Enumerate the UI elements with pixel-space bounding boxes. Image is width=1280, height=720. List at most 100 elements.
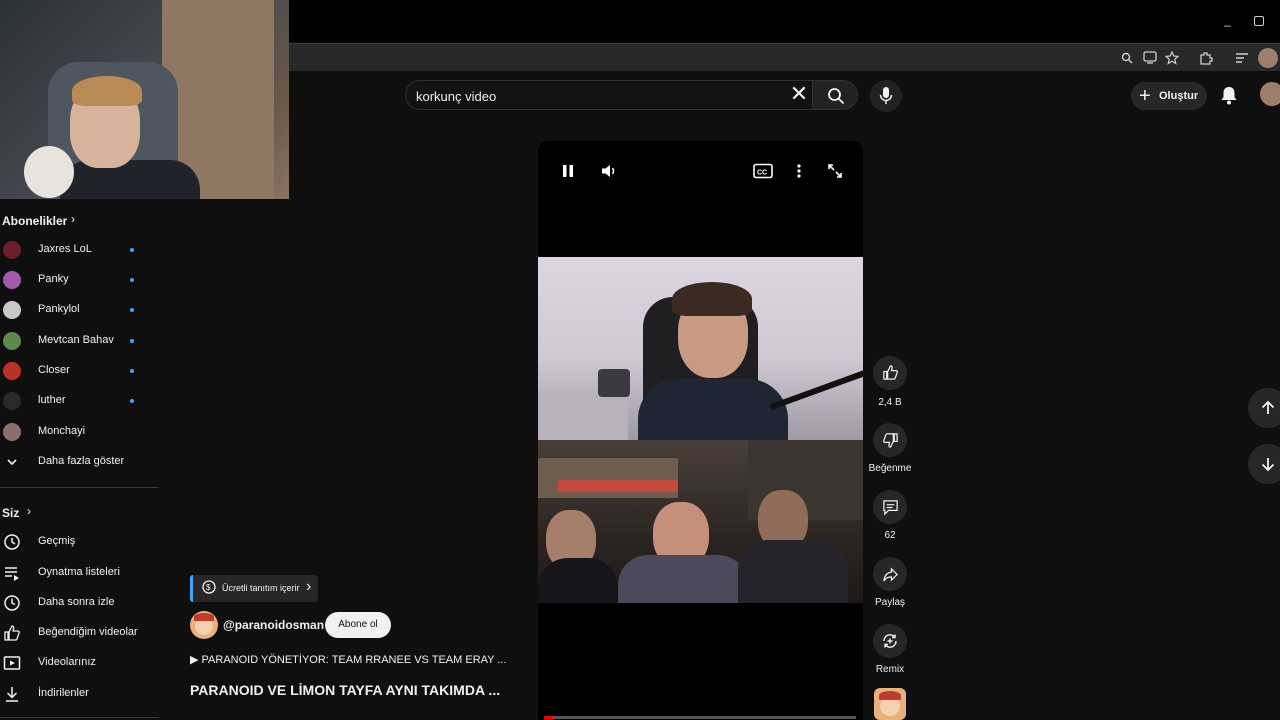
sidebar-item-downloads[interactable]: İndirilenler — [0, 682, 158, 706]
paid-promotion-badge[interactable]: $ Ücretli tanıtım içerir › — [190, 575, 318, 602]
new-content-dot — [130, 278, 134, 282]
minimize-button[interactable]: – — [1224, 18, 1231, 32]
channel-avatar[interactable] — [190, 611, 218, 639]
remix-label: Remix — [875, 664, 905, 675]
remix-button[interactable] — [873, 624, 907, 658]
new-content-dot — [130, 339, 134, 343]
sidebar-channel-item[interactable]: Mevtcan Bahav — [0, 329, 158, 353]
restore-button[interactable] — [1254, 16, 1264, 26]
arrow-up-icon — [1261, 400, 1275, 414]
sidebar-item-playlists[interactable]: Oynatma listeleri — [0, 561, 158, 585]
sidebar-item-watch-later[interactable]: Daha sonra izle — [0, 591, 158, 615]
channel-avatar — [3, 362, 21, 380]
browser-toolbar — [289, 43, 1280, 71]
search-box[interactable] — [405, 80, 815, 110]
more-options-icon[interactable] — [793, 163, 805, 179]
video-frame-streamer — [538, 257, 863, 440]
search-icon — [828, 88, 845, 105]
notifications-bell-icon[interactable] — [1218, 84, 1240, 106]
zoom-icon[interactable] — [1121, 52, 1133, 64]
new-content-dot — [130, 248, 134, 252]
sidebar-item-label: Geçmiş — [38, 535, 76, 547]
cast-icon[interactable] — [1143, 51, 1157, 64]
sidebar-channel-item[interactable]: Closer — [0, 359, 158, 383]
sidebar-item-history[interactable]: Geçmiş — [0, 530, 158, 554]
new-content-dot — [130, 399, 134, 403]
subscriptions-title: Abonelikler — [2, 214, 68, 228]
channel-avatar — [3, 332, 21, 350]
chevron-down-icon — [7, 459, 17, 466]
sidebar-item-label: Videolarınız — [38, 656, 96, 668]
volume-icon[interactable] — [600, 162, 618, 180]
dislike-button[interactable] — [873, 423, 907, 457]
channel-handle[interactable]: @paranoidosman — [223, 618, 324, 632]
thumbs-down-icon — [883, 433, 898, 448]
channel-avatar — [3, 423, 21, 441]
sidebar-channel-item[interactable]: Panky — [0, 268, 158, 292]
subscribe-button[interactable]: Abone ol — [325, 612, 391, 638]
webcam-overlay — [0, 0, 289, 199]
subscriptions-header[interactable]: Abonelikler › — [2, 212, 102, 230]
sidebar-item-label: İndirilenler — [38, 687, 89, 699]
history-icon — [4, 534, 20, 550]
promo-label: Ücretli tanıtım içerir — [222, 583, 300, 593]
previous-short-button[interactable] — [1248, 388, 1280, 428]
downloads-icon — [6, 687, 18, 702]
sidebar-channel-item[interactable]: Jaxres LoL — [0, 238, 158, 262]
sidebar-divider — [0, 487, 159, 488]
comments-button[interactable] — [873, 490, 907, 524]
captions-icon[interactable]: CC — [753, 163, 773, 179]
microphone-icon — [879, 87, 893, 104]
bookmark-star-icon[interactable] — [1165, 51, 1179, 65]
svg-text:$: $ — [206, 583, 211, 592]
playback-progress-bar[interactable] — [544, 716, 856, 719]
arrow-down-icon — [1261, 458, 1275, 472]
extensions-icon[interactable] — [1199, 51, 1213, 65]
voice-search-button[interactable] — [870, 80, 902, 112]
sidebar-item-your-videos[interactable]: Videolarınız — [0, 651, 158, 675]
dislike-label: Beğenme — [868, 463, 912, 474]
profile-avatar[interactable] — [1258, 48, 1278, 68]
sidebar-channel-item[interactable]: Monchayi — [0, 420, 158, 444]
create-button[interactable]: + Oluştur — [1131, 82, 1207, 110]
you-title: Siz — [2, 506, 20, 520]
channel-avatar — [3, 392, 21, 410]
chevron-right-icon: › — [306, 578, 312, 595]
sidebar-channel-item[interactable]: luther — [0, 389, 158, 413]
search-button[interactable] — [812, 80, 858, 110]
clear-search-button[interactable]: ✕ — [788, 83, 810, 106]
chevron-right-icon: › — [71, 212, 75, 226]
channel-name: Monchayi — [38, 425, 86, 437]
account-avatar[interactable] — [1260, 82, 1280, 106]
thumbs-up-icon — [883, 365, 898, 380]
sidebar-item-liked-videos[interactable]: Beğendiğim videolar — [0, 621, 158, 645]
like-count: 2,4 B — [878, 397, 902, 408]
share-label: Paylaş — [874, 597, 905, 608]
pause-icon[interactable] — [560, 163, 576, 179]
sidebar-divider — [0, 717, 159, 718]
sidebar-item-label: Daha sonra izle — [38, 596, 115, 608]
svg-text:CC: CC — [757, 170, 767, 177]
sound-thumbnail[interactable] — [874, 688, 906, 720]
playlist-link[interactable]: ▶ PARANOID YÖNETİYOR: TEAM RRANEE VS TEA… — [190, 653, 507, 666]
channel-name: Closer — [38, 364, 70, 376]
channel-name: Jaxres LoL — [38, 243, 92, 255]
search-input[interactable] — [416, 87, 776, 105]
like-button[interactable] — [873, 356, 907, 390]
chevron-right-icon: › — [27, 504, 31, 518]
show-more-label: Daha fazla göster — [38, 455, 125, 467]
you-section-header[interactable]: Siz › — [2, 504, 62, 522]
remix-icon — [883, 634, 897, 648]
sidebar-channel-item[interactable]: Pankylol — [0, 298, 158, 322]
video-title[interactable]: PARANOID VE LİMON TAYFA AYNI TAKIMDA ... — [190, 682, 500, 698]
show-more-button[interactable]: Daha fazla göster — [0, 450, 158, 474]
channel-name: Mevtcan Bahav — [38, 334, 114, 346]
channel-avatar — [3, 301, 21, 319]
tab-search-icon[interactable] — [1235, 51, 1249, 65]
sidebar-item-label: Beğendiğim videolar — [38, 626, 138, 638]
next-short-button[interactable] — [1248, 444, 1280, 484]
channel-name: luther — [38, 394, 66, 406]
share-button[interactable] — [873, 557, 907, 591]
channel-name: Panky — [38, 273, 69, 285]
fullscreen-icon[interactable] — [827, 163, 843, 179]
